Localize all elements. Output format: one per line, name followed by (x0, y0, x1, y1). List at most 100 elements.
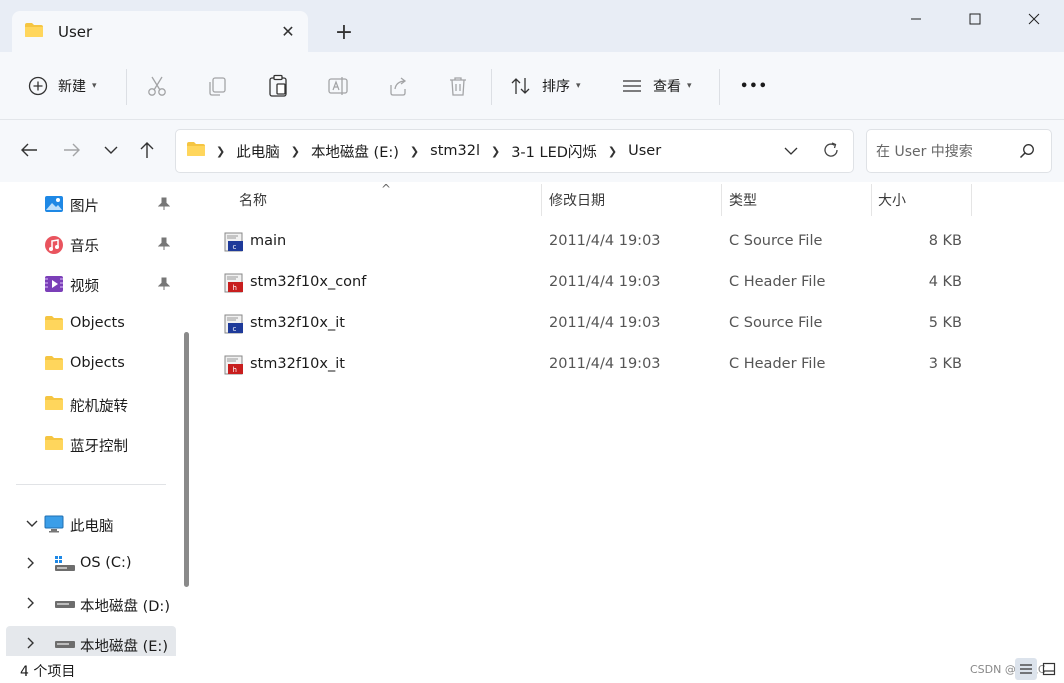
pin-icon[interactable] (157, 197, 171, 215)
sidebar-item-servo[interactable]: 舵机旋转 (6, 386, 176, 422)
column-divider[interactable] (721, 184, 722, 216)
file-row[interactable]: h stm32f10x_it 2011/4/4 19:03 C Header F… (200, 345, 1060, 386)
column-header-name[interactable]: 名称 (239, 182, 267, 218)
close-window-button[interactable] (1005, 0, 1063, 38)
column-header-type[interactable]: 类型 (729, 182, 757, 218)
chevron-down-icon[interactable] (26, 517, 38, 533)
rename-button[interactable] (327, 68, 349, 104)
share-button[interactable] (387, 68, 409, 104)
os-drive-icon (54, 555, 75, 573)
sidebar-item-pictures[interactable]: 图片 (6, 186, 176, 222)
drive-icon (54, 595, 75, 613)
address-history-button[interactable] (783, 141, 799, 165)
breadcrumb-chevron-icon[interactable]: ❯ (410, 145, 419, 158)
add-circle-icon (28, 76, 48, 96)
folder-icon (44, 355, 64, 373)
breadcrumb-this-pc[interactable]: 此电脑 (236, 141, 280, 162)
c-header-file-icon: h (224, 355, 244, 379)
paste-button[interactable] (267, 68, 289, 104)
column-divider[interactable] (541, 184, 542, 216)
chevron-down-icon (104, 146, 118, 154)
column-divider[interactable] (871, 184, 872, 216)
sidebar-item-objects-2[interactable]: Objects (6, 346, 176, 382)
chevron-down-icon: ▾ (92, 81, 97, 91)
copy-button[interactable] (207, 68, 229, 104)
refresh-icon (824, 142, 838, 157)
sidebar-item-drive-d[interactable]: 本地磁盘 (D:) (6, 586, 176, 622)
chevron-right-icon[interactable] (26, 557, 36, 573)
arrow-right-icon (64, 143, 80, 157)
breadcrumb-drive-e[interactable]: 本地磁盘 (E:) (311, 141, 399, 162)
sidebar-item-this-pc[interactable]: 此电脑 (6, 506, 176, 542)
breadcrumb-chevron-icon[interactable]: ❯ (608, 145, 617, 158)
sidebar-item-videos[interactable]: 视频 (6, 266, 176, 302)
breadcrumb-chevron-icon[interactable]: ❯ (216, 145, 225, 158)
cut-button[interactable] (146, 68, 168, 104)
sidebar-item-drive-c[interactable]: OS (C:) (6, 546, 176, 582)
svg-text:c: c (233, 243, 237, 251)
close-icon (1028, 13, 1040, 25)
close-tab-icon[interactable]: ✕ (278, 21, 298, 41)
tab-user[interactable]: User ✕ (12, 11, 308, 52)
c-source-file-icon: c (224, 314, 244, 338)
recent-locations-button[interactable] (96, 134, 126, 166)
sidebar-divider (16, 484, 166, 485)
refresh-button[interactable] (821, 140, 841, 164)
forward-button[interactable] (57, 134, 87, 166)
new-button[interactable]: 新建 ▾ (28, 68, 97, 104)
title-bar: User ✕ + (0, 0, 1064, 52)
chevron-right-icon[interactable] (26, 597, 36, 613)
drive-icon (54, 635, 75, 653)
folder-icon (186, 141, 206, 161)
address-bar[interactable]: ❯ 此电脑 ❯ 本地磁盘 (E:) ❯ stm32l ❯ 3-1 LED闪烁 ❯… (175, 129, 854, 173)
back-button[interactable] (14, 134, 44, 166)
sidebar-item-bluetooth[interactable]: 蓝牙控制 (6, 426, 176, 462)
up-button[interactable] (132, 134, 162, 166)
pin-icon[interactable] (157, 237, 171, 255)
file-row[interactable]: c stm32f10x_it 2011/4/4 19:03 C Source F… (200, 304, 1060, 345)
sidebar-item-drive-e[interactable]: 本地磁盘 (E:) (6, 626, 176, 656)
sidebar-item-objects-1[interactable]: Objects (6, 306, 176, 342)
details-view-icon (1020, 664, 1032, 674)
breadcrumb-chevron-icon[interactable]: ❯ (491, 145, 500, 158)
more-options-button[interactable]: ••• (740, 68, 768, 104)
c-header-file-icon: h (224, 273, 244, 297)
folder-icon (44, 315, 64, 333)
search-icon[interactable] (1019, 143, 1035, 163)
details-view-button[interactable] (1015, 658, 1037, 680)
column-divider[interactable] (971, 184, 972, 216)
maximize-button[interactable] (946, 0, 1004, 38)
minimize-icon (911, 18, 921, 20)
music-icon (44, 235, 64, 254)
sort-button[interactable]: 排序 ▾ (510, 68, 581, 104)
new-tab-button[interactable]: + (328, 18, 360, 46)
chevron-down-icon (784, 147, 798, 155)
status-bar: 4 个项目 CSDN @秋沨C (0, 656, 1064, 683)
view-button[interactable]: 查看 ▾ (621, 68, 692, 104)
column-header-size[interactable]: 大小 (878, 182, 906, 218)
breadcrumb-led-project[interactable]: 3-1 LED闪烁 (511, 141, 597, 162)
tiles-view-button[interactable] (1038, 658, 1060, 680)
folder-icon (44, 435, 64, 453)
column-header-date[interactable]: 修改日期 (549, 182, 605, 218)
delete-button[interactable] (447, 68, 469, 104)
breadcrumb-user[interactable]: User (628, 143, 661, 159)
breadcrumb-chevron-icon[interactable]: ❯ (291, 145, 300, 158)
pictures-icon (44, 195, 64, 213)
minimize-button[interactable] (887, 0, 945, 38)
pin-icon[interactable] (157, 277, 171, 295)
chevron-right-icon[interactable] (26, 637, 36, 653)
file-row[interactable]: h stm32f10x_conf 2011/4/4 19:03 C Header… (200, 263, 1060, 304)
share-icon (390, 77, 407, 96)
sidebar-scrollbar[interactable] (184, 332, 189, 587)
search-input[interactable] (876, 141, 1021, 163)
sidebar-item-music[interactable]: 音乐 (6, 226, 176, 262)
explorer-body: 图片 音乐 视频 Objects Objects 舵机旋转 蓝牙控制 此电脑 O… (0, 182, 1064, 656)
search-box[interactable] (866, 129, 1052, 173)
file-list: ^ 名称 修改日期 类型 大小 c main 2011/4/4 19:03 C … (200, 182, 1064, 656)
arrow-up-icon (140, 142, 154, 158)
file-row[interactable]: c main 2011/4/4 19:03 C Source File 8 KB (200, 222, 1060, 263)
toolbar-divider (126, 69, 127, 105)
breadcrumb-stm32l[interactable]: stm32l (430, 143, 480, 159)
rename-icon (328, 77, 348, 95)
